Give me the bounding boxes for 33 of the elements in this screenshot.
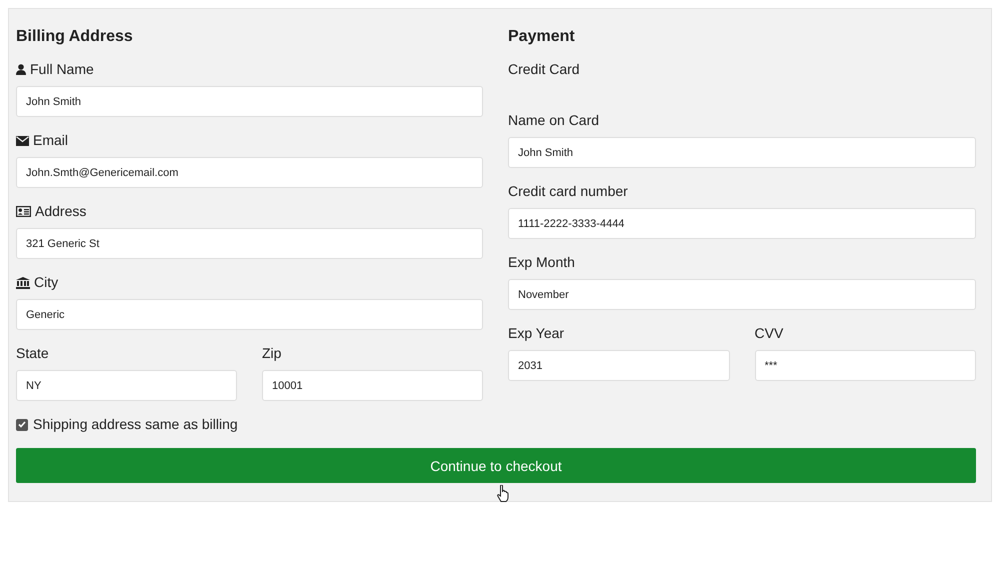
checkout-button[interactable]: Continue to checkout [16,448,976,483]
input-field[interactable]: 10001 [262,370,483,401]
input-field[interactable]: John.Smth@Genericemail.com [16,157,483,188]
id-card-icon [16,206,31,217]
field-label: Exp Year [508,325,564,342]
input-field[interactable]: 2031 [508,350,730,381]
checkbox[interactable] [16,418,28,430]
bank-icon [16,276,30,288]
input-field[interactable]: *** [754,350,976,381]
envelope-icon [16,136,29,146]
field-label: State [16,345,49,362]
field-label: Email [33,132,68,149]
checkbox-label: Shipping address same as billing [33,416,238,433]
field-label: City [34,274,58,291]
section-heading: Billing Address [16,27,134,47]
field-label: Address [35,203,86,220]
input-field[interactable]: November [508,279,976,310]
input-field[interactable]: Generic [16,299,483,330]
field-label: Zip [262,345,282,362]
field-label: CVV [754,325,784,342]
section-subheading: Credit Card [508,61,581,78]
input-field[interactable]: NY [16,370,237,401]
field-label: Full Name [30,61,94,78]
input-field[interactable]: John Smith [508,137,976,168]
section-heading: Payment [508,27,576,47]
input-field[interactable]: John Smith [16,86,483,117]
field-label: Name on Card [508,112,600,129]
input-field[interactable]: 1111-2222-3333-4444 [508,208,976,239]
hand-cursor-icon [497,485,509,502]
field-label: Credit card number [508,183,628,200]
user-icon [16,64,26,75]
input-field[interactable]: 321 Generic St [16,228,483,259]
field-label: Exp Month [508,254,575,271]
